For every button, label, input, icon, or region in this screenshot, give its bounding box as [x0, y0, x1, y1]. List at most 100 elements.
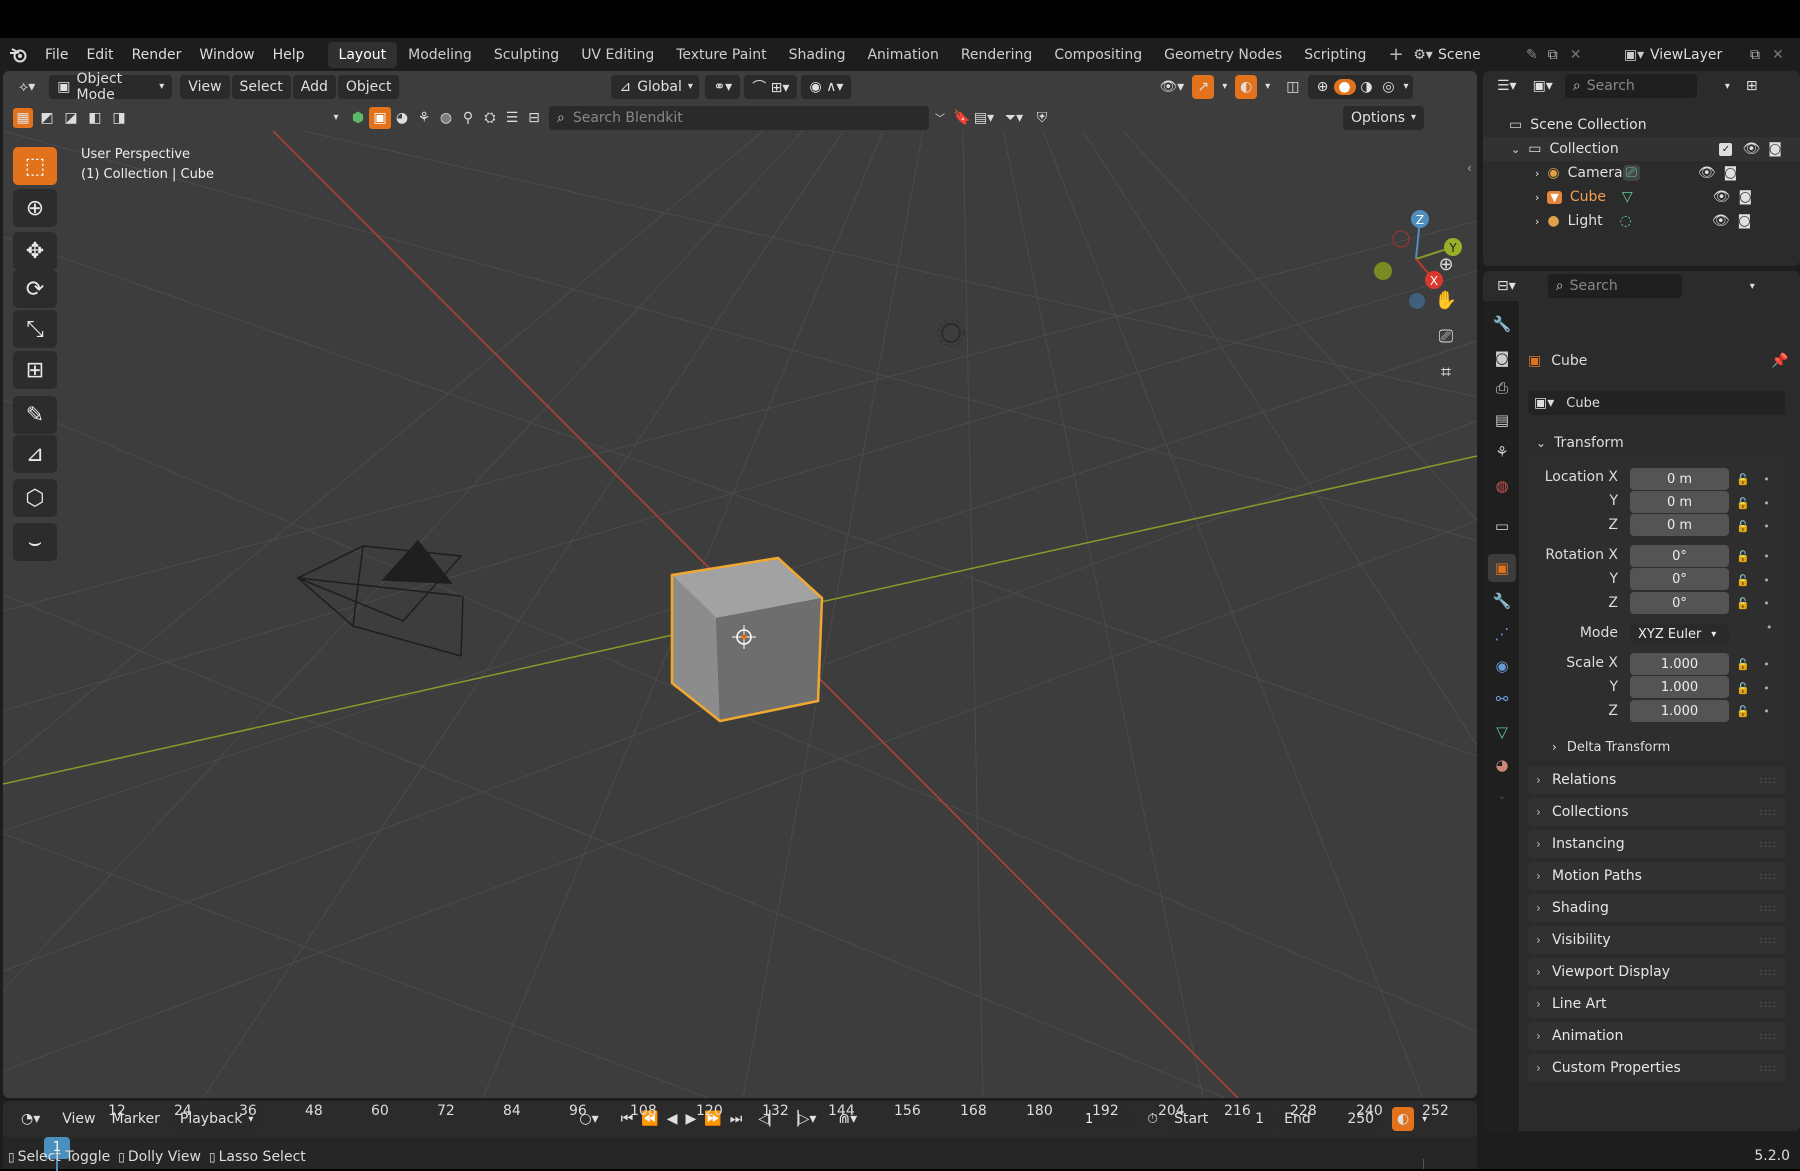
keyframe-dot-icon[interactable]: • [1736, 616, 1776, 640]
bookmark-icon[interactable]: 🔖 [951, 107, 973, 129]
outliner-row-camera[interactable]: › ◉ Camera ⎚ 👁 ◙ [1483, 161, 1800, 185]
menu-select[interactable]: Select [231, 74, 291, 99]
tab-uv-editing[interactable]: UV Editing [570, 42, 665, 68]
xray-icon[interactable]: ◫ [1278, 75, 1307, 99]
section-relations[interactable]: › Relations:::: [1528, 766, 1785, 794]
lock-icon[interactable]: 🔓 • [1736, 492, 1776, 516]
current-frame-field[interactable]: 1 [1045, 1108, 1134, 1130]
scale-z-field[interactable]: 1.000 [1630, 700, 1729, 722]
add-cube-tool[interactable]: ⬡ [13, 479, 57, 517]
section-collections[interactable]: › Collections:::: [1528, 798, 1785, 826]
keying-next-icon[interactable]: ▕▷▾ [784, 1107, 821, 1131]
transform-section-header[interactable]: ⌄ Transform [1528, 429, 1785, 457]
render-camera-icon[interactable]: ◙ [1738, 213, 1752, 229]
tab-shading[interactable]: Shading [778, 42, 857, 68]
tab-texture-paint[interactable]: Texture Paint [665, 42, 777, 68]
blendkit-dropdown-icon[interactable]: ▾ [325, 107, 347, 129]
tab-modeling[interactable]: Modeling [397, 42, 483, 68]
editor-type-icon[interactable]: ⟡▾ [11, 75, 43, 99]
pin-icon[interactable]: 📌 [1771, 353, 1788, 369]
section-motion-paths[interactable]: › Motion Paths:::: [1528, 862, 1785, 890]
drag-handle-icon[interactable]: :::: [1760, 903, 1777, 914]
tab-animation[interactable]: Animation [856, 42, 949, 68]
shield-icon[interactable]: ⛨ [1031, 107, 1053, 129]
solid-shading-icon[interactable]: ● [1333, 78, 1356, 95]
select-mode-icons[interactable]: ▦ ◩ ◪ ◧ ◨ [13, 107, 129, 128]
scale-tool[interactable]: ⤡ [13, 310, 57, 348]
transform-tool[interactable]: ⊞ [13, 351, 57, 389]
menu-help[interactable]: Help [264, 38, 314, 71]
rendered-shading-icon[interactable]: ◎ [1378, 79, 1400, 95]
drag-handle-icon[interactable]: :::: [1760, 935, 1777, 946]
keyframe-dot-icon[interactable]: • [1763, 497, 1770, 510]
menu-object[interactable]: Object [337, 74, 400, 99]
drag-handle-icon[interactable]: :::: [1760, 1063, 1777, 1074]
pin-icon[interactable]: ✎ [1526, 47, 1538, 63]
move-tool[interactable]: ✥ [13, 232, 57, 270]
select-new-icon[interactable]: ▦ [13, 107, 33, 128]
new-scene-icon[interactable]: ⧉ [1548, 47, 1558, 63]
select-box-tool[interactable]: ⬚ [13, 147, 57, 185]
select-intersect-icon[interactable]: ◨ [109, 108, 129, 128]
menu-edit[interactable]: Edit [77, 38, 122, 71]
menu-view[interactable]: View [180, 74, 230, 99]
section-custom-properties[interactable]: › Custom Properties:::: [1528, 1054, 1785, 1082]
keyframe-dot-icon[interactable]: • [1763, 473, 1770, 486]
timeline-menu-view[interactable]: View [54, 1107, 103, 1131]
proportional-edit-icon[interactable]: ◉ ∧▾ [801, 74, 852, 99]
particles-tab-icon[interactable]: ⋰ [1488, 620, 1516, 648]
mode-dropdown[interactable]: ▣ Object Mode ▾ [49, 71, 173, 103]
shading-modes[interactable]: ⊕ ● ◑ ◎ ▾ [1307, 74, 1413, 99]
properties-search-input[interactable]: ⌕ Search [1547, 274, 1682, 298]
delete-viewlayer-icon[interactable]: ✕ [1772, 47, 1784, 63]
constraints-tab-icon[interactable]: ⚯ [1488, 685, 1516, 713]
keyframe-dot-icon[interactable]: • [1763, 658, 1770, 671]
outliner-search-input[interactable]: ⌕ Search [1564, 74, 1697, 98]
lock-icon[interactable]: 🔓 • [1736, 515, 1776, 539]
chevron-right-icon[interactable]: › [1535, 167, 1539, 180]
zoom-icon[interactable]: ⊕ [1429, 247, 1463, 281]
keyframe-dot-icon[interactable]: • [1763, 574, 1770, 587]
modifier-tab-icon[interactable]: 🔧 [1488, 587, 1516, 615]
drag-handle-icon[interactable]: :::: [1760, 775, 1777, 786]
new-viewlayer-icon[interactable]: ⧉ [1750, 47, 1760, 63]
timeline-overlay-icon[interactable]: ◐ [1392, 1107, 1415, 1131]
chevron-right-icon[interactable]: › [1535, 215, 1539, 228]
delta-transform-subpanel[interactable]: › Delta Transform [1552, 734, 1782, 760]
world-tab-icon[interactable]: ◍ [1488, 472, 1516, 500]
scale-x-field[interactable]: 1.000 [1630, 653, 1729, 675]
lock-icon[interactable]: 🔓 • [1736, 545, 1776, 569]
outliner-row-cube[interactable]: › ▼ Cube ▽ 👁 ◙ [1483, 185, 1800, 209]
physics-tab-icon[interactable]: ◉ [1488, 652, 1516, 680]
blendkit-materials-icon[interactable]: ◕ [391, 107, 413, 129]
overlay-toggle-icon[interactable]: ◐ [1235, 74, 1258, 99]
drag-handle-icon[interactable]: :::: [1760, 807, 1777, 818]
section-viewport-display[interactable]: › Viewport Display:::: [1528, 958, 1785, 986]
output-tab-icon[interactable]: ⎙ [1488, 374, 1516, 402]
tab-compositing[interactable]: Compositing [1043, 42, 1153, 68]
gizmo-toggle-icon[interactable]: ↗ [1192, 74, 1215, 99]
lock-icon[interactable]: 🔓 • [1736, 592, 1776, 616]
keyframe-dot-icon[interactable]: • [1763, 520, 1770, 533]
select-extend-icon[interactable]: ◩ [37, 108, 57, 128]
data-tab-icon[interactable]: ▽ [1488, 718, 1516, 746]
curve-tool[interactable]: ⌣ [13, 523, 57, 561]
drag-handle-icon[interactable]: :::: [1760, 871, 1777, 882]
eye-icon[interactable]: 👁 [1712, 213, 1730, 229]
chevron-down-icon[interactable]: ⌄ [1511, 143, 1520, 156]
render-tab-icon[interactable]: ◙ [1488, 344, 1516, 372]
lock-icon[interactable]: 🔓 • [1736, 468, 1776, 492]
view-layer-tab-icon[interactable]: ▤ [1488, 406, 1516, 434]
scale-y-field[interactable]: 1.000 [1630, 676, 1729, 698]
menu-add[interactable]: Add [292, 74, 336, 99]
visibility-icon[interactable]: 👁▾ [1151, 75, 1192, 99]
filter-icon[interactable]: ⏷▾ [1003, 107, 1025, 129]
jump-end-icon[interactable]: ⏭ [726, 1107, 747, 1131]
keyframe-dot-icon[interactable]: • [1763, 705, 1770, 718]
viewlayer-selector[interactable]: ▣▾ ViewLayer ⧉ ✕ [1618, 42, 1784, 68]
menu-file[interactable]: File [36, 38, 77, 71]
outliner-row-light[interactable]: › ● Light ◌ 👁 ◙ [1483, 209, 1800, 233]
lock-icon[interactable]: 🔓 • [1736, 677, 1776, 701]
keyframe-dot-icon[interactable]: • [1763, 597, 1770, 610]
blendkit-logo-icon[interactable]: ⬢ [347, 107, 369, 129]
